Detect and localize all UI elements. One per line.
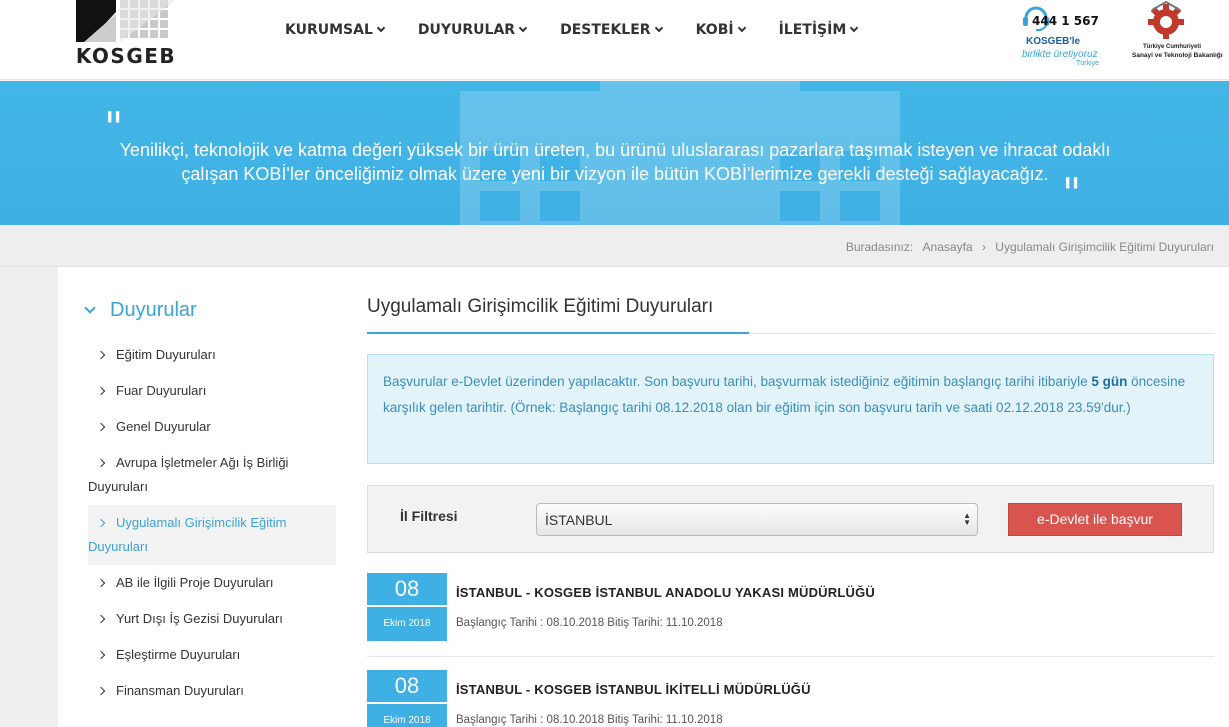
hotline-brand: KOSGEB'le [1026, 36, 1081, 47]
chevron-down-icon [654, 23, 663, 33]
sidebar-item-finansman[interactable]: Finansman Duyuruları [88, 673, 336, 709]
sidebar-item-girisimcilik[interactable]: Uygulamalı Girişimcilik Eğitim Duyurular… [88, 505, 336, 565]
sidebar-item-label: Finansman Duyuruları [116, 683, 244, 698]
main-nav: KURUMSAL DUYURULAR DESTEKLER KOBİ İLETİŞ… [285, 22, 891, 38]
announcement-date-badge: 08 Ekim 2018 [367, 573, 447, 641]
chevron-right-icon [96, 578, 106, 588]
hero-banner: " Yenilikçi, teknolojik ve katma değeri … [0, 81, 1229, 225]
chevron-right-icon [96, 386, 106, 396]
site-header: KOSGEB KURUMSAL DUYURULAR DESTEKLER KOBİ… [0, 0, 1229, 80]
breadcrumb-home[interactable]: Anasayfa [923, 240, 973, 254]
quote-close-icon: " [1062, 169, 1082, 218]
sidebar-item-label: Avrupa İşletmeler Ağı İş Birliği Duyurul… [88, 455, 289, 494]
sidebar-item-label: Yurt Dışı İş Gezisi Duyuruları [116, 611, 283, 626]
nav-label: KOBİ [695, 22, 734, 38]
chevron-right-icon [96, 422, 106, 432]
sidebar-item-genel[interactable]: Genel Duyurular [88, 409, 336, 445]
chevron-right-icon [96, 686, 106, 696]
sidebar-item-label: AB ile İlgili Proje Duyuruları [116, 575, 274, 590]
nav-destekler[interactable]: DESTEKLER [560, 22, 663, 38]
announcement-dates: Başlangıç Tarihi : 08.10.2018 Bitiş Tari… [456, 617, 723, 629]
ministry-logo[interactable]: Türkiye Cumhuriyeti Sanayi ve Teknoloji … [1132, 0, 1223, 70]
info-text-bold: 5 gün [1091, 374, 1128, 389]
sidebar-item-label: Eşleştirme Duyuruları [116, 647, 241, 662]
sidebar-item-yurt-disi[interactable]: Yurt Dışı İş Gezisi Duyuruları [88, 601, 336, 637]
content-area: Duyurular Eğitim Duyuruları Fuar Duyurul… [58, 267, 1229, 727]
chevron-right-icon [96, 614, 106, 624]
info-notice: Başvurular e-Devlet üzerinden yapılacakt… [367, 354, 1214, 464]
chevron-right-icon [96, 350, 106, 360]
page-title: Uygulamalı Girişimcilik Eğitimi Duyurula… [367, 296, 714, 317]
logo-text: KOSGEB [75, 44, 177, 68]
sidebar-item-label: Fuar Duyuruları [116, 383, 207, 398]
sidebar-item-label: Uygulamalı Girişimcilik Eğitim Duyurular… [88, 515, 287, 554]
sidebar-item-label: Genel Duyurular [116, 419, 211, 434]
announcement-title[interactable]: İSTANBUL - KOSGEB İSTANBUL İKİTELLİ MÜDÜ… [456, 682, 811, 697]
title-accent-line [367, 332, 749, 334]
city-filter-panel: İl Filtresi İSTANBUL ▲ ▼ e-Devlet ile baş… [367, 485, 1214, 553]
select-arrows-icon: ▲ ▼ [963, 511, 971, 527]
announcement-month: Ekim 2018 [367, 607, 447, 641]
breadcrumb-separator: › [981, 240, 986, 254]
nav-label: DUYURULAR [417, 22, 516, 38]
breadcrumb: Buradasınız: Anasayfa › Uygulamalı Giriş… [840, 240, 1214, 254]
chevron-down-icon [850, 23, 859, 33]
sidebar-title-label: Duyurular [110, 299, 197, 321]
chevron-down-icon [376, 23, 386, 33]
announcement-date-badge: 08 Ekim 2018 [367, 670, 447, 727]
hotline-country: Türkiye [1076, 60, 1099, 67]
announcement-item[interactable]: 08 Ekim 2018 İSTANBUL - KOSGEB İSTANBUL … [367, 573, 1214, 657]
chevron-down-icon [84, 301, 96, 314]
announcement-item[interactable]: 08 Ekim 2018 İSTANBUL - KOSGEB İSTANBUL … [367, 670, 1214, 727]
sidebar-item-avrupa[interactable]: Avrupa İşletmeler Ağı İş Birliği Duyurul… [88, 445, 336, 505]
announcement-day: 08 [367, 573, 447, 605]
announcement-day: 08 [367, 670, 447, 702]
city-filter-label: İl Filtresi [400, 508, 458, 524]
sidebar-item-egitim[interactable]: Eğitim Duyuruları [88, 337, 336, 373]
sidebar-item-fuar[interactable]: Fuar Duyuruları [88, 373, 336, 409]
city-select-value: İSTANBUL [545, 512, 613, 528]
hotline-slogan: birlikte üretiyoruz [1022, 49, 1098, 60]
nav-label: KURUMSAL [285, 22, 373, 38]
chevron-right-icon [96, 650, 106, 660]
hotline-number: 444 1 567 [1032, 14, 1099, 28]
chevron-right-icon [96, 518, 106, 528]
ministry-line1: Türkiye Cumhuriyeti [1142, 44, 1201, 50]
kosgeb-logo[interactable]: KOSGEB [72, 0, 180, 70]
announcement-dates: Başlangıç Tarihi : 08.10.2018 Bitiş Tari… [456, 714, 723, 726]
sidebar-item-eslestirme[interactable]: Eşleştirme Duyuruları [88, 637, 336, 673]
hero-mission-text: Yenilikçi, teknolojik ve katma değeri yü… [119, 140, 1111, 184]
ministry-line2: Sanayi ve Teknoloji Bakanlığı [1132, 52, 1223, 59]
info-text-part1: Başvurular e-Devlet üzerinden yapılacakt… [383, 374, 1092, 389]
announcement-title[interactable]: İSTANBUL - KOSGEB İSTANBUL ANADOLU YAKAS… [456, 585, 875, 600]
nav-label: DESTEKLER [560, 22, 651, 38]
nav-duyurular[interactable]: DUYURULAR [417, 22, 528, 38]
nav-kobi[interactable]: KOBİ [695, 22, 746, 38]
hotline-badge[interactable]: 444 1 567 KOSGEB'le birlikte üretiyoruz … [1020, 2, 1110, 72]
sidebar-menu: Eğitim Duyuruları Fuar Duyuruları Genel … [88, 337, 336, 709]
city-select[interactable]: İSTANBUL ▲ ▼ [536, 503, 978, 536]
edevlet-apply-button[interactable]: e-Devlet ile başvur [1008, 503, 1182, 536]
side-background [0, 267, 58, 727]
sidebar-title[interactable]: Duyurular [84, 299, 197, 322]
nav-iletisim[interactable]: İLETİŞİM [778, 22, 859, 38]
breadcrumb-prefix: Buradasınız: [845, 240, 914, 254]
chevron-down-icon [737, 23, 746, 33]
chevron-right-icon [96, 458, 106, 468]
breadcrumb-current: Uygulamalı Girişimcilik Eğitimi Duyurula… [995, 240, 1214, 254]
sidebar-item-label: Eğitim Duyuruları [116, 347, 216, 362]
chevron-down-icon [518, 23, 528, 33]
gear-icon [1148, 0, 1184, 39]
nav-kurumsal[interactable]: KURUMSAL [285, 22, 386, 38]
announcement-month: Ekim 2018 [367, 704, 447, 727]
breadcrumb-bar: Buradasınız: Anasayfa › Uygulamalı Giriş… [0, 225, 1229, 267]
sidebar-item-ab-proje[interactable]: AB ile İlgili Proje Duyuruları [88, 565, 336, 601]
kosgeb-logo-mark-icon [76, 0, 176, 42]
nav-label: İLETİŞİM [778, 22, 847, 38]
